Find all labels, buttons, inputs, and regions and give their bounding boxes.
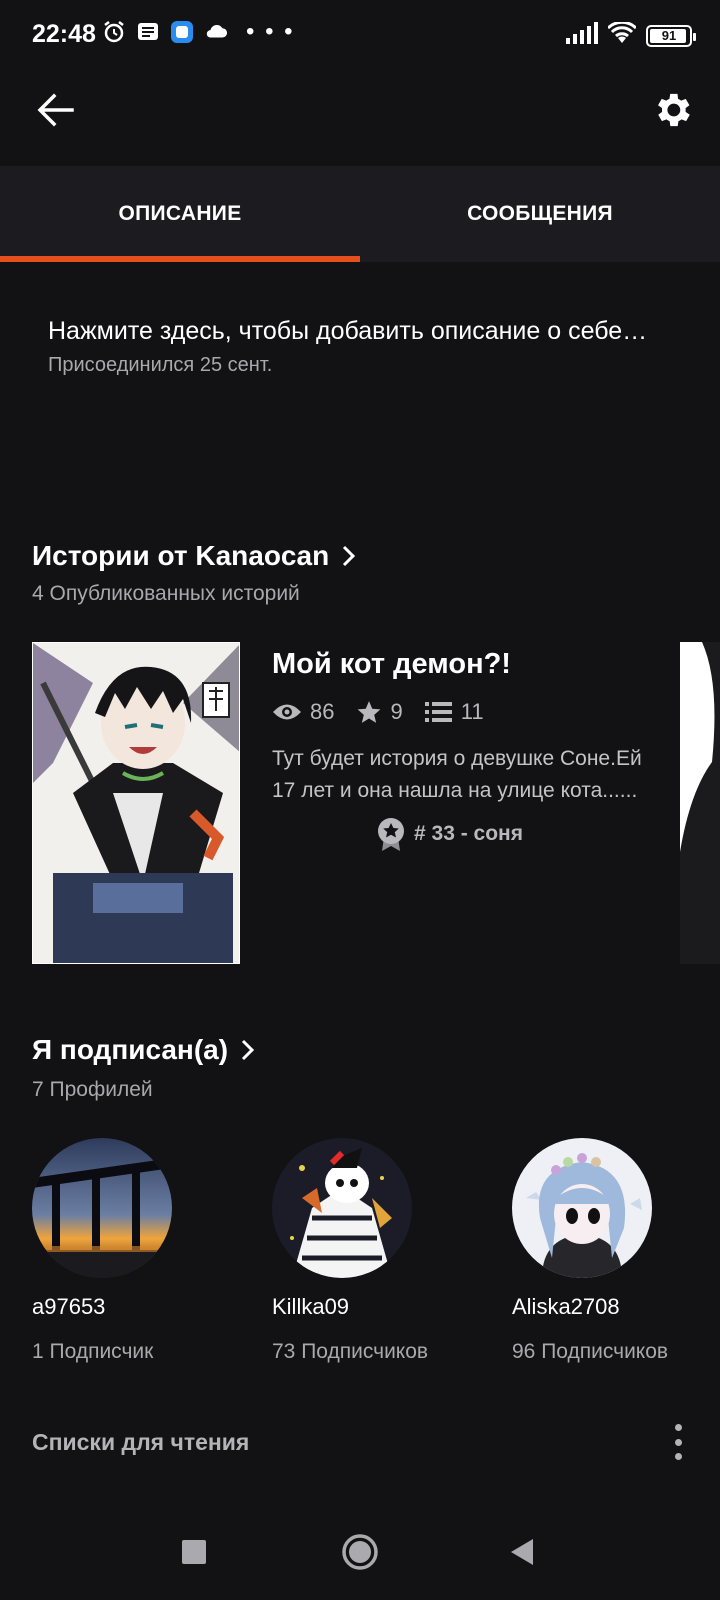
- joined-date: Присоединился 25 сент.: [48, 354, 273, 376]
- profile-followers: 1 Подписчик: [32, 1340, 154, 1363]
- votes-stat: 9: [356, 699, 403, 725]
- app-icon: [170, 20, 194, 44]
- profile-username[interactable]: Killka09: [272, 1294, 472, 1320]
- avatar[interactable]: [272, 1138, 412, 1278]
- back-triangle-icon: [511, 1539, 533, 1565]
- stories-header[interactable]: Истории от Kanaocan: [32, 540, 357, 572]
- profile-card[interactable]: a97653 1 Подписчик: [32, 1138, 232, 1364]
- tab-messages[interactable]: СООБЩЕНИЯ: [360, 166, 720, 262]
- add-description-prompt[interactable]: Нажмите здесь, чтобы добавить описание о…: [48, 312, 688, 350]
- parts-count: 11: [460, 699, 484, 724]
- gear-icon: [658, 93, 690, 127]
- reading-lists-title: Списки для чтения: [32, 1428, 250, 1455]
- chevron-right-icon: [242, 1039, 255, 1061]
- system-navigation-bar: [0, 1510, 720, 1600]
- profile-username[interactable]: a97653: [32, 1294, 232, 1320]
- story-info[interactable]: Мой кот демон?! 86 9 11 Тут будет истори…: [272, 648, 652, 851]
- eye-icon: [273, 704, 301, 720]
- profile-card[interactable]: Aliska2708 96 Подписчиков: [512, 1138, 712, 1364]
- back-button[interactable]: [36, 90, 76, 130]
- recents-button[interactable]: [172, 1530, 216, 1574]
- status-right: 91: [566, 20, 696, 49]
- stories-title: Истории от Kanaocan: [32, 540, 330, 571]
- story-cover[interactable]: [32, 642, 240, 964]
- following-title: Я подписан(а): [32, 1034, 229, 1065]
- avatar[interactable]: [512, 1138, 652, 1278]
- parts-stat: 11: [424, 699, 484, 725]
- status-bar: 22:48 • • • 91: [0, 0, 720, 70]
- toolbar: [0, 70, 720, 166]
- views-count: 86: [310, 699, 335, 724]
- story-description: Тут будет история о девушке Соне.Ей 17 л…: [272, 747, 642, 802]
- wifi-icon: [606, 20, 638, 49]
- nav-back-button[interactable]: [500, 1530, 544, 1574]
- stories-count: 4 Опубликованных историй: [32, 582, 300, 605]
- chevron-right-icon: [343, 545, 356, 567]
- profile-card[interactable]: Killka09 73 Подписчиков: [272, 1138, 472, 1364]
- message-icon: [136, 20, 160, 44]
- story-rank[interactable]: # 33 - соня: [272, 817, 652, 851]
- home-button[interactable]: [338, 1530, 382, 1574]
- star-icon: [358, 701, 381, 723]
- signal-icon: [566, 22, 598, 49]
- home-circle-icon: [342, 1534, 378, 1570]
- more-notifications: • • •: [246, 18, 295, 45]
- more-options-icon[interactable]: [668, 1424, 688, 1460]
- arrow-left-icon: [37, 93, 74, 127]
- profile-username[interactable]: Aliska2708: [512, 1294, 712, 1320]
- story-cover-next[interactable]: [680, 642, 720, 964]
- status-notification-icons: [102, 20, 228, 44]
- ranking-badge-icon: [378, 818, 404, 851]
- tab-messages-label: СООБЩЕНИЯ: [467, 202, 613, 225]
- tab-description-label: ОПИСАНИЕ: [118, 202, 242, 225]
- views-stat: 86: [272, 699, 334, 725]
- avatar[interactable]: [32, 1138, 172, 1278]
- status-time: 22:48: [32, 20, 96, 48]
- profile-followers: 73 Подписчиков: [272, 1340, 429, 1363]
- story-stats: 86 9 11: [272, 699, 652, 725]
- cloud-icon: [204, 20, 228, 44]
- list-icon: [424, 702, 452, 722]
- votes-count: 9: [390, 699, 403, 724]
- alarm-icon: [102, 20, 126, 44]
- profile-tabs: ОПИСАНИЕ СООБЩЕНИЯ: [0, 166, 720, 262]
- battery-level: 91: [661, 28, 677, 43]
- story-title[interactable]: Мой кот демон?!: [272, 648, 652, 681]
- about-section: Нажмите здесь, чтобы добавить описание о…: [48, 312, 688, 377]
- recents-square-icon: [182, 1540, 206, 1564]
- following-count: 7 Профилей: [32, 1078, 153, 1101]
- tab-description[interactable]: ОПИСАНИЕ: [0, 166, 360, 262]
- following-header[interactable]: Я подписан(а): [32, 1034, 256, 1066]
- battery-icon: 91: [646, 24, 696, 47]
- settings-button[interactable]: [650, 88, 694, 132]
- profile-followers: 96 Подписчиков: [512, 1340, 669, 1363]
- reading-lists-row[interactable]: Списки для чтения: [32, 1424, 688, 1460]
- rank-label: # 33 - соня: [414, 822, 523, 845]
